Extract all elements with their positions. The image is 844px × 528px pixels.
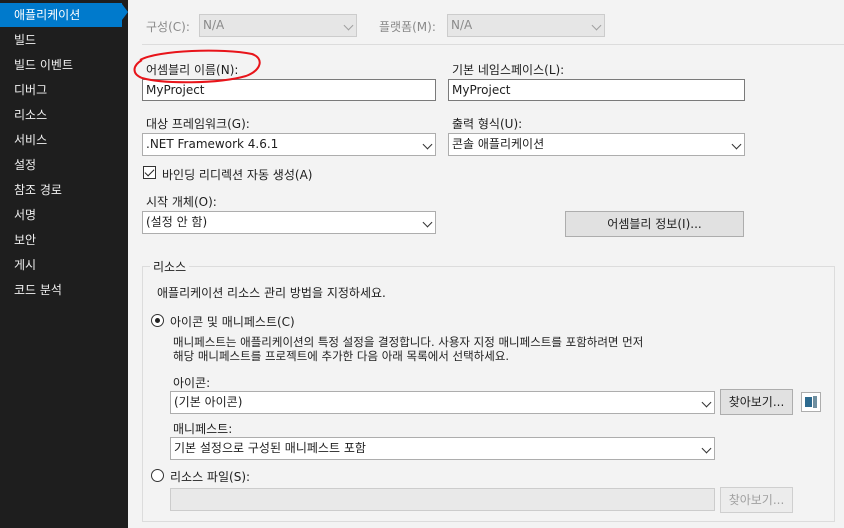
target-framework-value: .NET Framework 4.6.1 xyxy=(146,137,279,151)
platform-dropdown: N/A xyxy=(447,14,605,37)
resource-file-browse-button: 찾아보기... xyxy=(720,487,793,513)
icon-manifest-label[interactable]: 아이콘 및 매니페스트(C) xyxy=(170,313,295,330)
sidebar-item-build[interactable]: 빌드 xyxy=(0,28,122,52)
icon-preview-icon xyxy=(801,392,821,412)
icon-browse-button[interactable]: 찾아보기... xyxy=(720,389,793,415)
highlight-ellipse xyxy=(133,49,261,84)
resource-file-input xyxy=(170,488,715,511)
target-framework-label: 대상 프레임워크(G): xyxy=(146,117,250,131)
sidebar-item-resources[interactable]: 리소스 xyxy=(0,103,122,127)
platform-value: N/A xyxy=(451,18,473,32)
manifest-value: 기본 설정으로 구성된 매니페스트 포함 xyxy=(174,441,366,455)
chevron-down-icon xyxy=(701,397,712,408)
manifest-dropdown[interactable]: 기본 설정으로 구성된 매니페스트 포함 xyxy=(170,437,715,460)
config-value: N/A xyxy=(203,18,225,32)
sidebar-item-settings[interactable]: 설정 xyxy=(0,153,122,177)
icon-manifest-radio[interactable] xyxy=(151,314,164,327)
assembly-info-button[interactable]: 어셈블리 정보(I)... xyxy=(565,211,744,237)
checkmark-icon xyxy=(144,166,155,177)
sidebar-item-debug[interactable]: 디버그 xyxy=(0,78,122,102)
binding-redirect-label[interactable]: 바인딩 리디렉션 자동 생성(A) xyxy=(162,166,312,183)
sidebar-item-code-analysis[interactable]: 코드 분석 xyxy=(0,278,122,302)
config-dropdown: N/A xyxy=(199,14,357,37)
binding-redirect-checkbox[interactable] xyxy=(143,166,156,179)
resource-file-label[interactable]: 리소스 파일(S): xyxy=(170,468,250,485)
icon-dropdown[interactable]: (기본 아이콘) xyxy=(170,391,715,414)
sidebar-item-security[interactable]: 보안 xyxy=(0,228,122,252)
resources-group-title: 리소스 xyxy=(150,258,190,275)
icon-label: 아이콘: xyxy=(173,376,211,390)
manifest-label: 매니페스트: xyxy=(173,422,233,436)
sidebar-item-signing[interactable]: 서명 xyxy=(0,203,122,227)
sidebar-item-application[interactable]: 애플리케이션 xyxy=(0,3,122,27)
chevron-down-icon xyxy=(422,139,433,150)
target-framework-dropdown[interactable]: .NET Framework 4.6.1 xyxy=(142,133,436,156)
platform-label: 플랫폼(M): xyxy=(379,20,436,34)
manifest-help-line-2: 해당 매니페스트를 프로젝트에 추가한 다음 아래 목록에서 선택하세요. xyxy=(173,349,510,363)
chevron-down-icon xyxy=(591,20,602,31)
radio-selected-dot xyxy=(155,318,160,323)
sidebar-item-services[interactable]: 서비스 xyxy=(0,128,122,152)
sidebar-item-publish[interactable]: 게시 xyxy=(0,253,122,277)
chevron-down-icon xyxy=(422,217,433,228)
chevron-down-icon xyxy=(701,443,712,454)
output-type-label: 출력 형식(U): xyxy=(452,117,523,131)
sidebar-item-build-events[interactable]: 빌드 이벤트 xyxy=(0,53,122,77)
sidebar-item-reference-paths[interactable]: 참조 경로 xyxy=(0,178,122,202)
startup-object-dropdown[interactable]: (설정 안 함) xyxy=(142,211,436,234)
icon-value: (기본 아이콘) xyxy=(174,395,243,409)
output-type-value: 콘솔 애플리케이션 xyxy=(452,137,545,151)
namespace-input[interactable]: MyProject xyxy=(448,79,745,101)
output-type-dropdown[interactable]: 콘솔 애플리케이션 xyxy=(448,133,745,156)
sidebar-nav: 애플리케이션 빌드 빌드 이벤트 디버그 리소스 서비스 설정 참조 경로 서명… xyxy=(0,0,128,528)
startup-object-label: 시작 개체(O): xyxy=(146,195,217,209)
resource-file-radio[interactable] xyxy=(151,469,164,482)
namespace-label: 기본 네임스페이스(L): xyxy=(452,63,565,77)
chevron-down-icon xyxy=(343,20,354,31)
config-label: 구성(C): xyxy=(146,20,190,34)
startup-object-value: (설정 안 함) xyxy=(146,215,208,229)
resources-description: 애플리케이션 리소스 관리 방법을 지정하세요. xyxy=(157,286,386,300)
chevron-down-icon xyxy=(731,139,742,150)
